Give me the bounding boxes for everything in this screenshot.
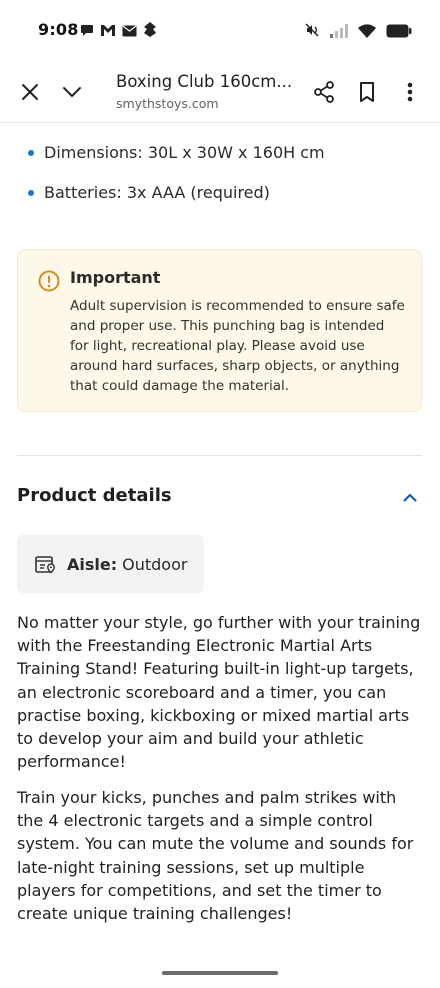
chat-bubble-icon — [80, 22, 94, 41]
status-time: 9:08 — [38, 20, 79, 39]
bookmark-button[interactable] — [351, 76, 383, 108]
custom-tab-toolbar: Boxing Club 160cm... smythstoys.com — [0, 62, 440, 123]
spec-text: Batteries: 3x AAA (required) — [44, 183, 270, 202]
important-notice: Important Adult supervision is recommend… — [17, 249, 422, 412]
status-bar: 9:08 — [0, 0, 440, 60]
mute-icon — [304, 22, 320, 42]
app-icon — [143, 22, 157, 41]
collapse-toggle[interactable] — [398, 485, 422, 509]
more-vert-icon — [407, 82, 413, 102]
share-icon — [314, 81, 334, 103]
minimize-button[interactable] — [56, 76, 88, 108]
mail-icon — [122, 22, 137, 41]
aisle-value: Outdoor — [122, 554, 188, 574]
spec-item: Dimensions: 30L x 30W x 160H cm — [28, 141, 325, 181]
more-options-button[interactable] — [394, 76, 426, 108]
signal-icon — [330, 23, 348, 42]
spec-item: Batteries: 3x AAA (required) — [28, 181, 325, 221]
chevron-up-icon — [403, 492, 417, 502]
gmail-icon — [100, 22, 116, 41]
bullet-dot — [28, 190, 34, 196]
bookmark-icon — [360, 82, 374, 102]
section-divider — [17, 455, 422, 456]
spec-list: Dimensions: 30L x 30W x 160H cm Batterie… — [28, 141, 325, 221]
bullet-dot — [28, 150, 34, 156]
notification-icons — [80, 22, 157, 41]
close-button[interactable] — [14, 76, 46, 108]
store-location-icon — [35, 554, 57, 574]
wifi-icon — [358, 23, 376, 42]
description-paragraph: Train your kicks, punches and palm strik… — [17, 788, 414, 924]
aisle-chip: Aisle: Outdoor — [17, 535, 204, 593]
page-url: smythstoys.com — [116, 96, 219, 111]
description-paragraph: No matter your style, go further with yo… — [17, 613, 421, 772]
page-title: Boxing Club 160cm... — [116, 72, 293, 91]
aisle-label: Aisle: — [67, 554, 118, 574]
system-icons — [304, 22, 412, 42]
notice-text: Adult supervision is recommended to ensu… — [70, 298, 405, 394]
battery-icon — [386, 23, 412, 42]
close-icon — [22, 84, 38, 100]
warning-icon — [38, 270, 60, 296]
share-button[interactable] — [308, 76, 340, 108]
product-details-heading[interactable]: Product details — [17, 485, 172, 506]
notice-title: Important — [70, 268, 161, 287]
chevron-down-icon — [63, 87, 81, 98]
spec-text: Dimensions: 30L x 30W x 160H cm — [44, 143, 325, 162]
gesture-nav-handle[interactable] — [162, 971, 278, 975]
